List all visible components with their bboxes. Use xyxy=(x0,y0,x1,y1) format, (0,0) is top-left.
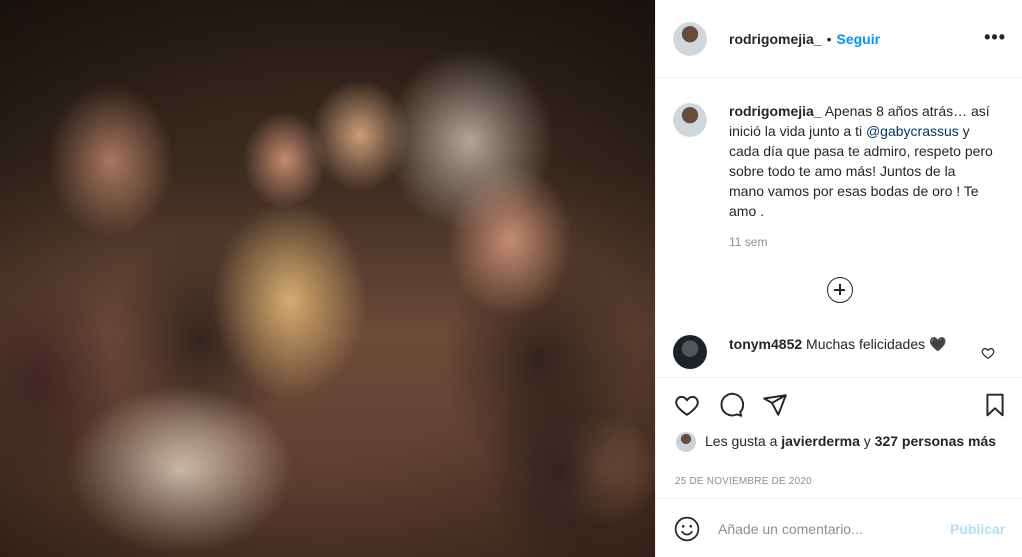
comment-input[interactable] xyxy=(718,518,938,540)
caption-text: rodrigomejia_ Apenas 8 años atrás… así i… xyxy=(729,101,994,221)
liker-avatar[interactable] xyxy=(676,432,696,452)
caption-username[interactable]: rodrigomejia_ xyxy=(729,103,822,119)
header-separator: • xyxy=(826,30,832,47)
author-avatar[interactable] xyxy=(673,21,707,56)
follow-button[interactable]: Seguir xyxy=(837,31,881,47)
photo-vignette xyxy=(0,0,655,557)
post-side-panel: rodrigomejia_ • Seguir ••• rodrigomejia_… xyxy=(655,0,1022,557)
author-username[interactable]: rodrigomejia_ xyxy=(729,31,822,47)
comment-like-heart-icon[interactable] xyxy=(981,346,995,360)
commenter-avatar[interactable] xyxy=(673,335,707,369)
liker-username[interactable]: javierderma xyxy=(781,433,860,449)
caption-avatar[interactable] xyxy=(673,103,707,137)
comments-section: rodrigomejia_ Apenas 8 años atrás… así i… xyxy=(656,79,1022,377)
load-more-comments-icon[interactable] xyxy=(827,277,853,303)
comment-body: Muchas felicidades 🖤 xyxy=(802,336,947,352)
likes-summary: Les gusta a javierderma y 327 personas m… xyxy=(676,431,1005,452)
share-icon[interactable] xyxy=(762,392,788,418)
commenter-username[interactable]: tonym4852 xyxy=(729,336,802,352)
caption-mention[interactable]: @gabycrassus xyxy=(866,123,959,139)
add-comment-bar: Publicar xyxy=(656,500,1022,557)
comment-text: tonym4852 Muchas felicidades 🖤 xyxy=(729,335,969,369)
post-header: rodrigomejia_ • Seguir ••• xyxy=(656,0,1022,78)
comment-item: tonym4852 Muchas felicidades 🖤 xyxy=(673,335,969,369)
more-options-icon[interactable]: ••• xyxy=(984,28,1006,46)
heart-icon[interactable] xyxy=(674,392,700,418)
post-actions: Les gusta a javierderma y 327 personas m… xyxy=(656,377,1022,499)
caption: rodrigomejia_ Apenas 8 años atrás… así i… xyxy=(673,101,994,221)
likes-prefix: Les gusta a xyxy=(705,433,782,449)
emoji-icon[interactable] xyxy=(674,516,700,542)
post-date[interactable]: 25 DE NOVIEMBRE DE 2020 xyxy=(675,476,812,487)
post-photo[interactable] xyxy=(0,0,655,557)
bookmark-icon[interactable] xyxy=(982,392,1008,418)
likes-text: Les gusta a javierderma y 327 personas m… xyxy=(705,431,1005,452)
likes-others[interactable]: 327 personas más xyxy=(875,433,996,449)
comment-icon[interactable] xyxy=(718,392,744,418)
likes-connector: y xyxy=(859,433,875,449)
caption-timestamp[interactable]: 11 sem xyxy=(729,235,767,249)
publish-button[interactable]: Publicar xyxy=(950,521,1005,537)
